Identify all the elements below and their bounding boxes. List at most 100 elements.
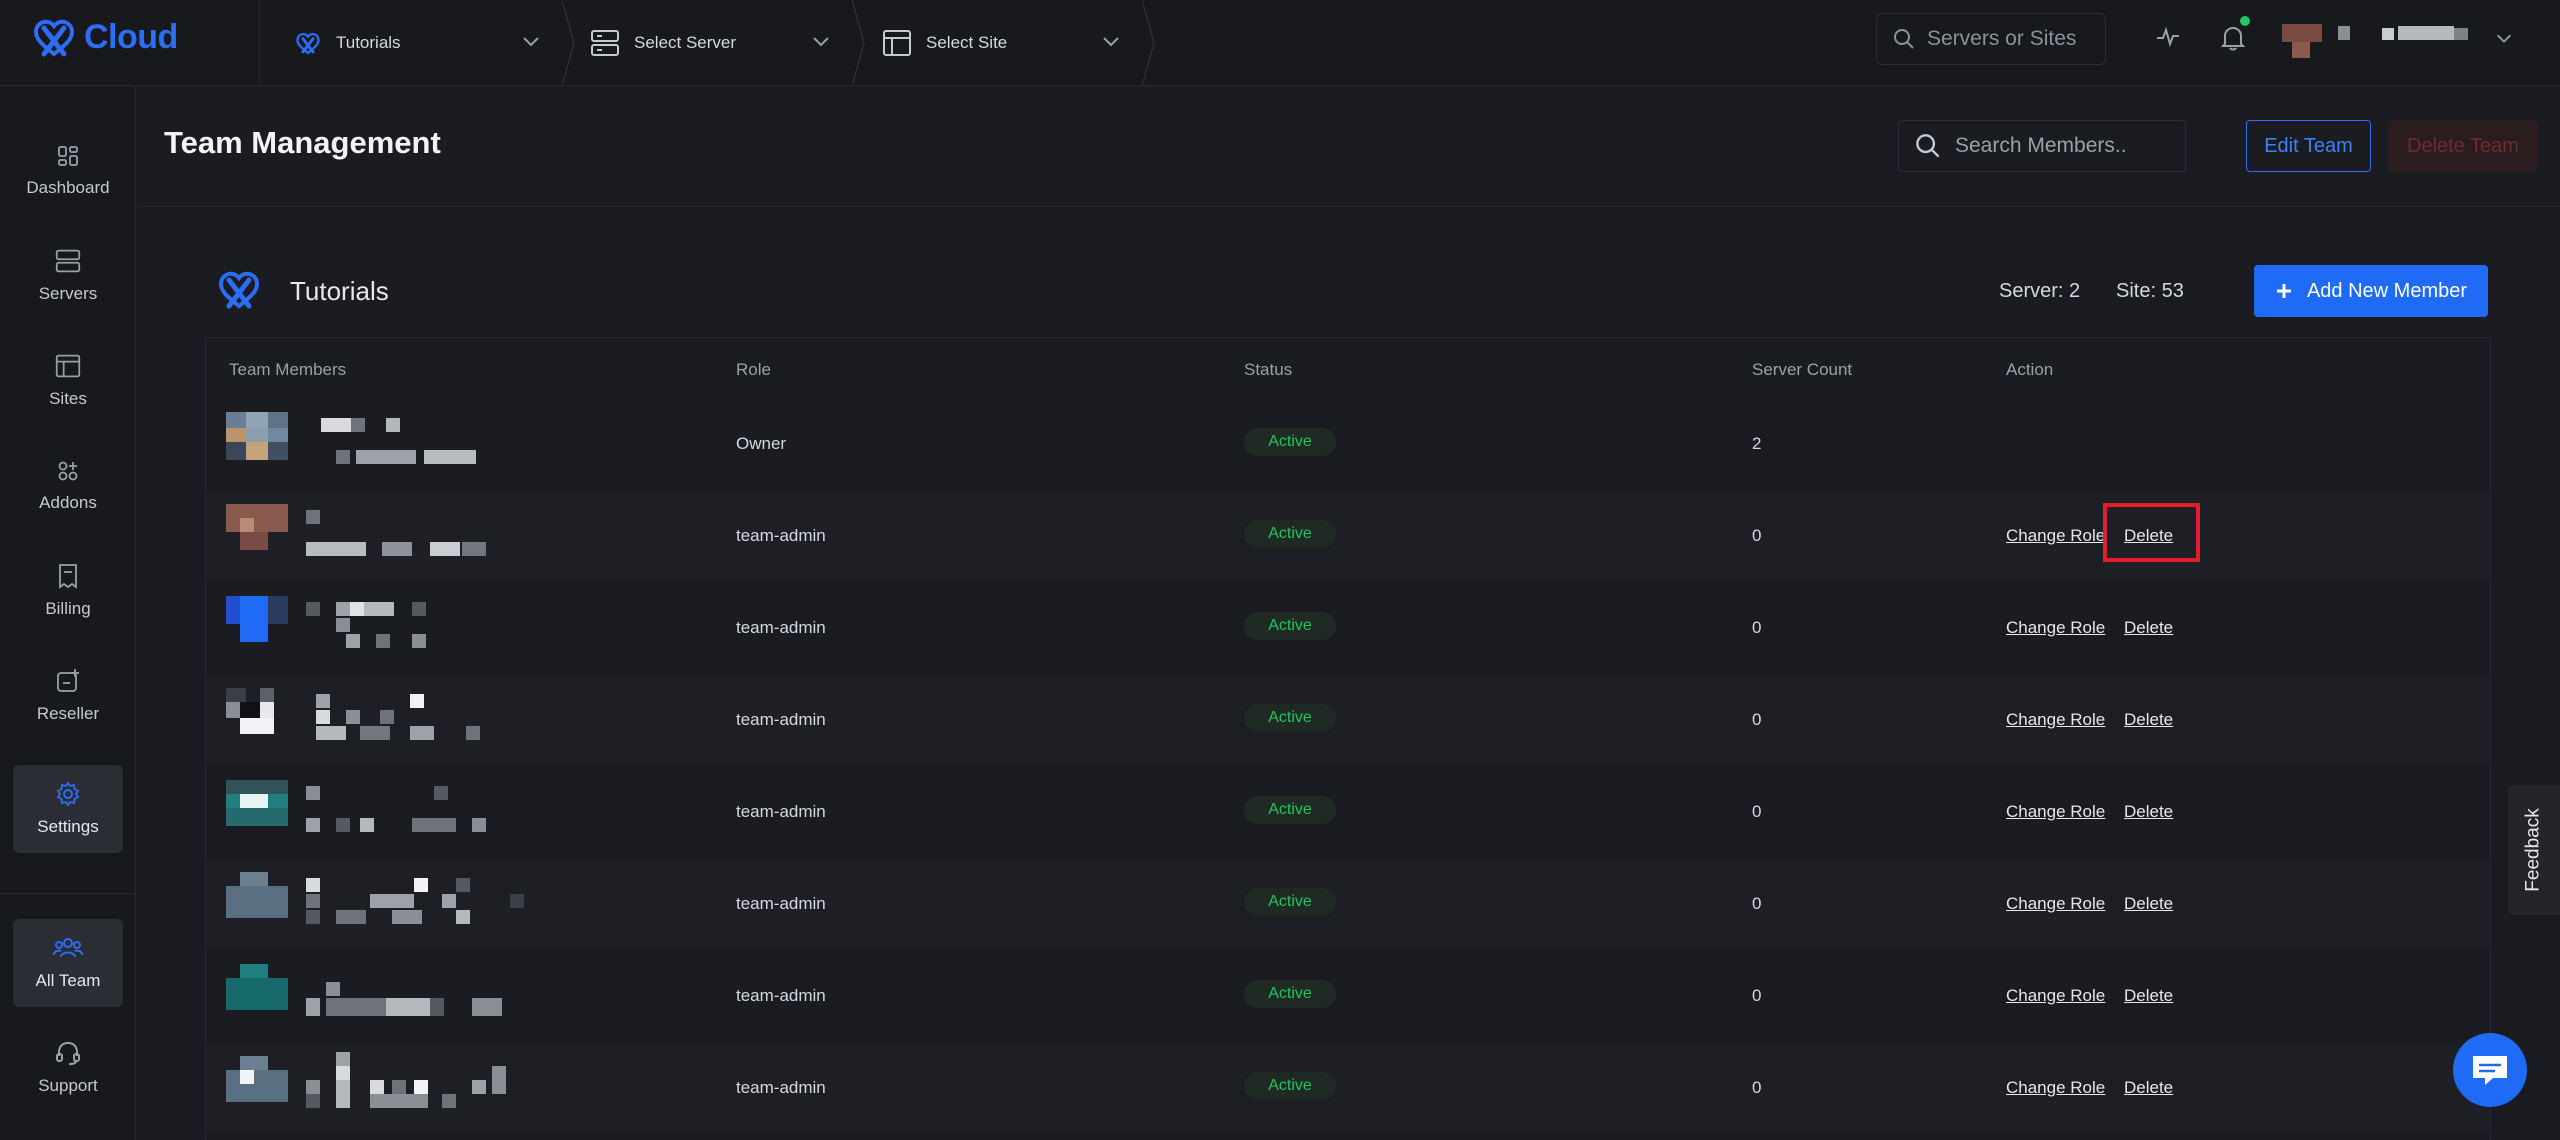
member-server-count: 2 [1752, 434, 1762, 453]
member-name-blurred [306, 1052, 526, 1112]
member-avatar [226, 688, 288, 734]
breadcrumb-label: Select Site [926, 33, 1008, 52]
team-name: Tutorials [290, 276, 389, 306]
activity-icon[interactable] [2155, 24, 2181, 50]
delete-member-link[interactable]: Delete [2124, 710, 2173, 730]
sidebar-item-all-team[interactable]: All Team [13, 919, 123, 1007]
chat-button[interactable] [2453, 1033, 2527, 1107]
chevron-down-icon [523, 37, 539, 47]
add-new-member-label: Add New Member [2306, 279, 2468, 302]
chat-icon [2473, 1056, 2507, 1085]
sidebar-item-sites[interactable]: Sites [13, 337, 123, 425]
receipt-icon [59, 564, 77, 589]
sidebar-item-addons[interactable]: Addons [13, 442, 123, 530]
breadcrumb-site[interactable]: Select Site [864, 0, 1144, 86]
add-new-member-button[interactable]: Add New Member [2254, 265, 2488, 317]
team-card-header: Tutorials Server: 2 Site: 53 Add New Mem… [205, 258, 2488, 338]
status-badge: Active [1244, 1072, 1336, 1100]
member-avatar [226, 872, 288, 918]
member-role: team-admin [736, 1078, 826, 1097]
bell-icon[interactable] [2220, 24, 2246, 52]
feedback-tab[interactable]: Feedback [2508, 785, 2560, 915]
gear-icon [56, 781, 80, 807]
sidebar-item-dashboard[interactable]: Dashboard [13, 127, 123, 215]
search-icon [1916, 134, 1940, 158]
member-name-blurred [306, 786, 526, 836]
member-server-count: 0 [1752, 526, 1762, 545]
breadcrumb-server[interactable]: Select Server [574, 0, 854, 86]
member-avatar [226, 412, 288, 474]
sidebar-item-settings[interactable]: Settings [13, 765, 123, 853]
server-count-stat: Server: 2 [1999, 280, 2081, 302]
member-avatar [226, 1056, 288, 1102]
member-role: team-admin [736, 710, 826, 729]
member-name-blurred [306, 970, 526, 1020]
member-avatar [226, 964, 288, 1010]
member-server-count: 0 [1752, 710, 1762, 729]
column-header: Status [1244, 360, 1293, 379]
member-avatar [226, 504, 288, 550]
status-badge: Active [1244, 520, 1336, 548]
member-search-input[interactable] [1955, 134, 2175, 158]
feedback-label: Feedback [2523, 808, 2545, 892]
change-role-link[interactable]: Change Role [2006, 1078, 2105, 1098]
change-role-link[interactable]: Change Role [2006, 710, 2105, 730]
sidebar-item-support[interactable]: Support [13, 1024, 123, 1112]
delete-member-link[interactable]: Delete [2124, 618, 2173, 638]
xcloud-logo-icon [33, 19, 75, 57]
member-role: team-admin [736, 526, 826, 545]
delete-member-link[interactable]: Delete [2124, 1078, 2173, 1098]
breadcrumb-label: Select Server [634, 33, 737, 52]
change-role-link[interactable]: Change Role [2006, 986, 2105, 1006]
sidebar-item-reseller[interactable]: Reseller [13, 652, 123, 740]
chevron-down-icon [813, 37, 829, 47]
notification-dot [2240, 16, 2250, 26]
addons-icon [58, 461, 78, 481]
sidebar-item-label: Sites [49, 389, 87, 408]
member-name-blurred [306, 878, 566, 928]
change-role-link[interactable]: Change Role [2006, 894, 2105, 914]
plus-icon [2276, 284, 2291, 298]
user-avatar[interactable] [2282, 24, 2322, 58]
delete-member-link[interactable]: Delete [2124, 802, 2173, 822]
global-search-input[interactable] [1927, 27, 2087, 51]
change-role-link[interactable]: Change Role [2006, 526, 2105, 546]
global-search[interactable] [1876, 13, 2106, 65]
delete-member-link[interactable]: Delete [2124, 894, 2173, 914]
status-badge: Active [1244, 704, 1336, 732]
delete-team-button[interactable]: Delete Team [2388, 120, 2538, 172]
delete-member-link[interactable]: Delete [2124, 986, 2173, 1006]
xcloud-logo-icon [218, 271, 260, 309]
chevron-down-icon[interactable] [2494, 28, 2514, 48]
change-role-link[interactable]: Change Role [2006, 802, 2105, 822]
browser-window-icon [883, 30, 911, 56]
table-row: team-admin Active 0 Change Role Delete [206, 766, 2490, 858]
members-table: Team Members Role Status Server Count Ac… [205, 337, 2491, 1140]
column-header: Server Count [1752, 360, 1853, 379]
site-count-stat: Site: 53 [2116, 280, 2184, 302]
member-name-blurred [306, 510, 526, 560]
status-badge: Active [1244, 980, 1336, 1008]
change-role-link[interactable]: Change Role [2006, 618, 2105, 638]
top-bar: Cloud Tutorials Select Server Select Sit… [0, 0, 2560, 86]
logo-text: Cloud [84, 17, 178, 56]
sidebar-item-billing[interactable]: Billing [13, 547, 123, 635]
user-name-blurred[interactable] [2338, 26, 2478, 44]
sidebar-item-label: Dashboard [26, 178, 110, 197]
column-header: Role [736, 360, 771, 379]
member-search[interactable] [1898, 120, 2186, 172]
delete-highlight-box [2103, 503, 2200, 562]
team-icon [53, 938, 83, 958]
column-header: Action [2006, 360, 2054, 379]
edit-team-button[interactable]: Edit Team [2246, 120, 2371, 172]
chevron-down-icon [1103, 37, 1119, 47]
member-role: Owner [736, 434, 787, 453]
member-server-count: 0 [1752, 986, 1762, 1005]
sidebar-item-label: Support [38, 1076, 98, 1095]
table-row: Owner Active 2 [206, 398, 2490, 490]
sidebar-item-label: All Team [35, 971, 101, 990]
sidebar-item-label: Addons [39, 493, 97, 512]
breadcrumb-team[interactable]: Tutorials [259, 0, 564, 86]
sidebar-item-servers[interactable]: Servers [13, 232, 123, 320]
brand-logo[interactable]: Cloud [30, 14, 178, 60]
